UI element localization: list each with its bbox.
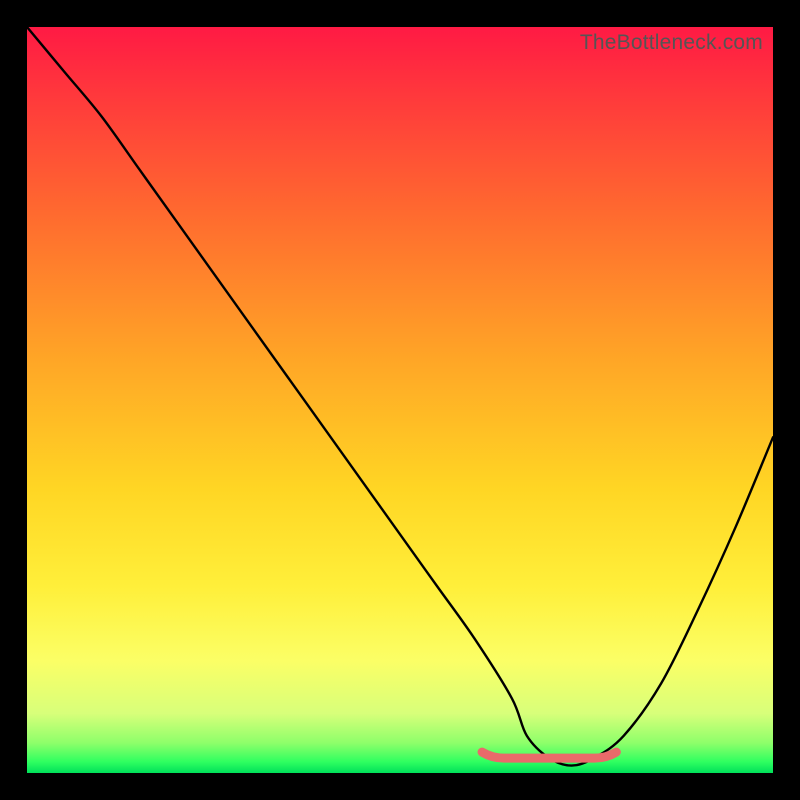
gradient-plot-area: TheBottleneck.com (27, 27, 773, 773)
watermark-text: TheBottleneck.com (580, 31, 763, 55)
optimal-range-marker (27, 27, 773, 773)
